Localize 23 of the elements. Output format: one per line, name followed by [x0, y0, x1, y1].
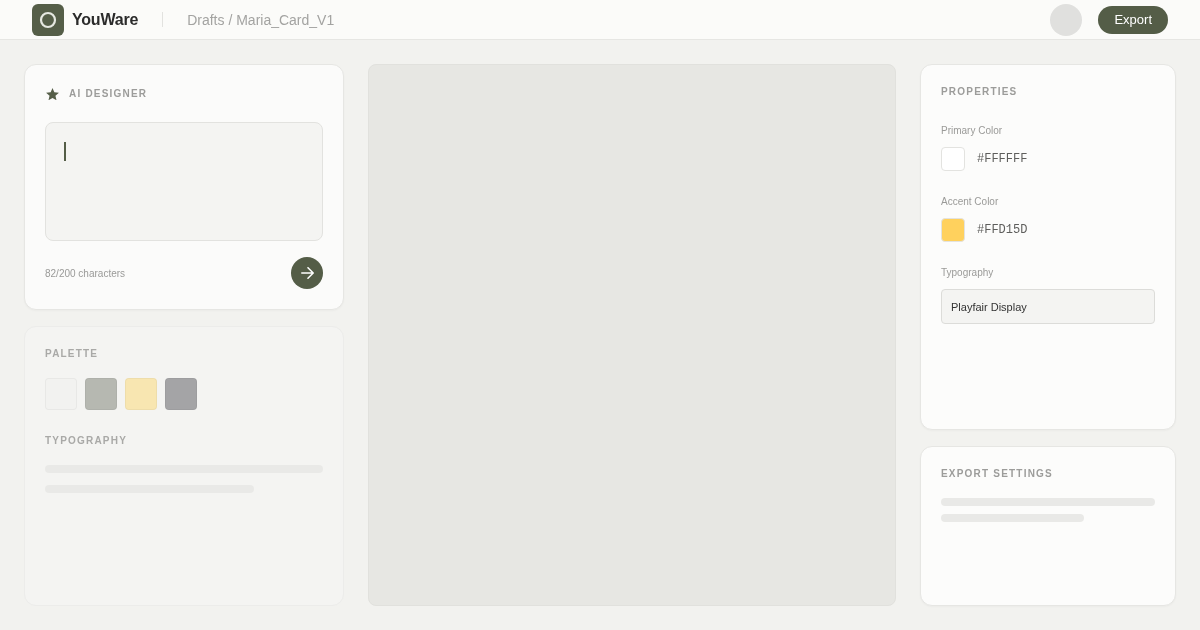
font-field[interactable]: Playfair Display: [941, 289, 1155, 324]
brand-name: YouWare: [72, 10, 139, 29]
submit-button[interactable]: [291, 257, 323, 289]
logo-icon: [32, 3, 64, 36]
hex-value: #FFFFFF: [977, 152, 1028, 166]
panel-title: EXPORT SETTINGS: [941, 467, 1053, 481]
hex-value: #FFD15D: [977, 223, 1028, 237]
prompt-field[interactable]: [45, 121, 323, 241]
color-swatch[interactable]: [941, 218, 965, 242]
panel-title: PROPERTIES: [941, 85, 1018, 99]
avatar[interactable]: [1050, 3, 1083, 36]
field-label: Accent Color: [941, 195, 999, 209]
panel-title: AI DESIGNER: [69, 86, 148, 101]
field-label: Primary Color: [941, 124, 1003, 138]
panel-title: PALETTE: [45, 347, 99, 361]
section-title: TYPOGRAPHY: [45, 434, 127, 448]
character-count: 82/200 characters: [45, 267, 126, 279]
export-button[interactable]: Export: [1098, 5, 1168, 34]
field-label: Typography: [941, 266, 994, 280]
star-icon: [46, 87, 59, 101]
color-swatch[interactable]: [941, 147, 965, 171]
breadcrumb: Drafts / Maria_Card_V1: [187, 11, 335, 28]
arrow-right-icon: [300, 267, 314, 279]
